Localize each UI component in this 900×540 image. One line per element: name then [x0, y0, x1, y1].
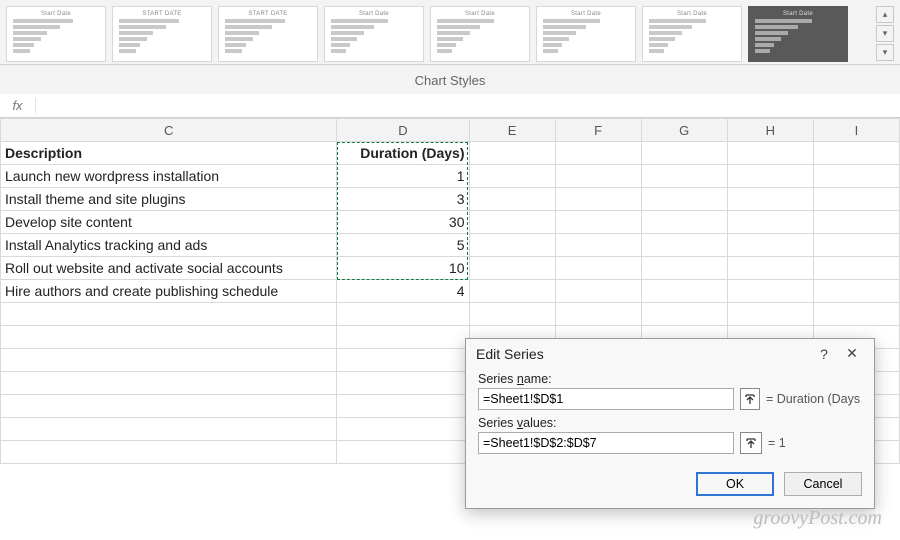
series-name-range-picker-icon[interactable] — [740, 388, 760, 410]
series-name-preview: = Duration (Days… — [766, 392, 862, 406]
watermark: groovyPost.com — [753, 507, 882, 530]
chart-style-thumb-3[interactable]: Start Date — [324, 6, 424, 62]
chart-styles-ribbon: Start DateSTART DATESTART DATEStart Date… — [0, 0, 900, 65]
series-values-preview: = 1 — [768, 436, 786, 450]
series-values-input[interactable] — [478, 432, 734, 454]
ribbon-section-label: Chart Styles — [0, 65, 900, 94]
cell-duration[interactable]: 4 — [337, 280, 469, 303]
cell-description[interactable]: Hire authors and create publishing sched… — [1, 280, 337, 303]
series-values-label: Series values: — [478, 416, 862, 430]
table-row: Hire authors and create publishing sched… — [1, 280, 900, 303]
chart-style-thumb-2[interactable]: START DATE — [218, 6, 318, 62]
chart-style-thumb-4[interactable]: Start Date — [430, 6, 530, 62]
formula-bar: fx — [0, 94, 900, 118]
series-name-input[interactable] — [478, 388, 734, 410]
cell-description[interactable]: Roll out website and activate social acc… — [1, 257, 337, 280]
col-header-d[interactable]: D — [337, 119, 469, 142]
table-row: Launch new wordpress installation1 — [1, 165, 900, 188]
col-header-i[interactable]: I — [813, 119, 899, 142]
header-description[interactable]: Description — [1, 142, 337, 165]
chart-style-thumb-1[interactable]: START DATE — [112, 6, 212, 62]
help-icon[interactable]: ? — [810, 346, 838, 362]
col-header-g[interactable]: G — [641, 119, 727, 142]
edit-series-dialog: Edit Series ? ✕ Series name: = Duration … — [465, 338, 875, 509]
table-row: Develop site content30 — [1, 211, 900, 234]
col-header-c[interactable]: C — [1, 119, 337, 142]
cell-duration[interactable]: 3 — [337, 188, 469, 211]
col-header-e[interactable]: E — [469, 119, 555, 142]
chart-style-thumb-7[interactable]: Start Date — [748, 6, 848, 62]
cell-description[interactable]: Install Analytics tracking and ads — [1, 234, 337, 257]
series-values-range-picker-icon[interactable] — [740, 432, 762, 454]
header-duration[interactable]: Duration (Days) — [337, 142, 469, 165]
cell-duration[interactable]: 30 — [337, 211, 469, 234]
cell-description[interactable]: Install theme and site plugins — [1, 188, 337, 211]
ok-button[interactable]: OK — [696, 472, 774, 496]
chart-style-thumb-5[interactable]: Start Date — [536, 6, 636, 62]
formula-input[interactable] — [36, 95, 900, 117]
cell-duration[interactable]: 1 — [337, 165, 469, 188]
dialog-title: Edit Series — [476, 346, 810, 362]
table-row: Install Analytics tracking and ads5 — [1, 234, 900, 257]
chart-style-thumb-0[interactable]: Start Date — [6, 6, 106, 62]
style-scroll: ▴ ▾ ▾ — [876, 6, 894, 61]
cell-duration[interactable]: 10 — [337, 257, 469, 280]
cancel-button[interactable]: Cancel — [784, 472, 862, 496]
cell-description[interactable]: Launch new wordpress installation — [1, 165, 337, 188]
style-scroll-down[interactable]: ▾ — [876, 25, 894, 42]
style-gallery-expand[interactable]: ▾ — [876, 44, 894, 61]
series-name-label: Series name: — [478, 372, 862, 386]
fx-icon[interactable]: fx — [0, 98, 36, 113]
close-icon[interactable]: ✕ — [838, 345, 866, 362]
style-scroll-up[interactable]: ▴ — [876, 6, 894, 23]
cell-duration[interactable]: 5 — [337, 234, 469, 257]
col-header-h[interactable]: H — [727, 119, 813, 142]
chart-style-thumb-6[interactable]: Start Date — [642, 6, 742, 62]
table-row: Roll out website and activate social acc… — [1, 257, 900, 280]
table-row: Install theme and site plugins3 — [1, 188, 900, 211]
col-header-f[interactable]: F — [555, 119, 641, 142]
cell-description[interactable]: Develop site content — [1, 211, 337, 234]
